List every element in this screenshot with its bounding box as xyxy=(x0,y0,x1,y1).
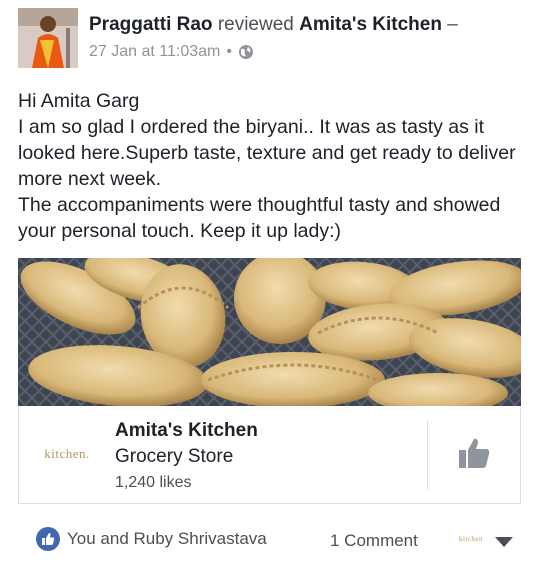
page-logo[interactable]: kitchen. xyxy=(33,420,101,488)
post-timestamp[interactable]: 27 Jan at 11:03am xyxy=(89,43,220,61)
post-body-line: Hi Amita Garg xyxy=(18,90,140,112)
reactions-summary[interactable]: You and Ruby Shrivastava xyxy=(36,527,267,551)
post-header: Praggatti Rao reviewed Amita's Kitchen –… xyxy=(18,7,528,69)
globe-icon xyxy=(238,44,254,60)
thumbs-up-icon xyxy=(457,436,491,475)
actor-logo-text: kitchen xyxy=(458,535,484,543)
food-photo[interactable] xyxy=(18,258,521,406)
page-logo-text: kitchen. xyxy=(44,446,90,461)
author-avatar[interactable] xyxy=(18,8,78,68)
chevron-down-icon[interactable] xyxy=(495,534,513,552)
reactions-text: You and Ruby Shrivastava xyxy=(67,529,267,548)
post-footer: You and Ruby Shrivastava 1 Comment kitch… xyxy=(18,525,521,555)
post-body: Hi Amita Garg I am so glad I ordered the… xyxy=(18,88,528,244)
author-name[interactable]: Praggatti Rao xyxy=(89,14,213,35)
comments-count[interactable]: 1 Comment xyxy=(330,531,418,551)
like-reaction-icon xyxy=(36,527,60,551)
post-body-line: I am so glad I ordered the biryani.. It … xyxy=(18,116,516,190)
separator-dash: – xyxy=(447,14,458,35)
post-author-line: Praggatti Rao reviewed Amita's Kitchen – xyxy=(89,14,458,36)
actor-selector-logo[interactable]: kitchen xyxy=(454,529,488,549)
page-category: Grocery Store xyxy=(115,446,234,467)
meta-dot: • xyxy=(226,43,232,60)
like-page-button[interactable] xyxy=(444,432,504,478)
page-likes-count: 1,240 likes xyxy=(115,474,192,491)
card-divider xyxy=(427,420,428,490)
post-body-line: The accompaniments were thoughtful tasty… xyxy=(18,194,501,242)
reviewed-page-link[interactable]: Amita's Kitchen xyxy=(299,14,442,35)
page-attachment-card[interactable]: kitchen. Amita's Kitchen Grocery Store 1… xyxy=(18,406,521,504)
page-info: Amita's Kitchen Grocery Store 1,240 like… xyxy=(115,418,258,496)
post-meta: 27 Jan at 11:03am • xyxy=(89,43,254,61)
review-verb: reviewed xyxy=(217,14,294,35)
page-name[interactable]: Amita's Kitchen xyxy=(115,418,258,444)
